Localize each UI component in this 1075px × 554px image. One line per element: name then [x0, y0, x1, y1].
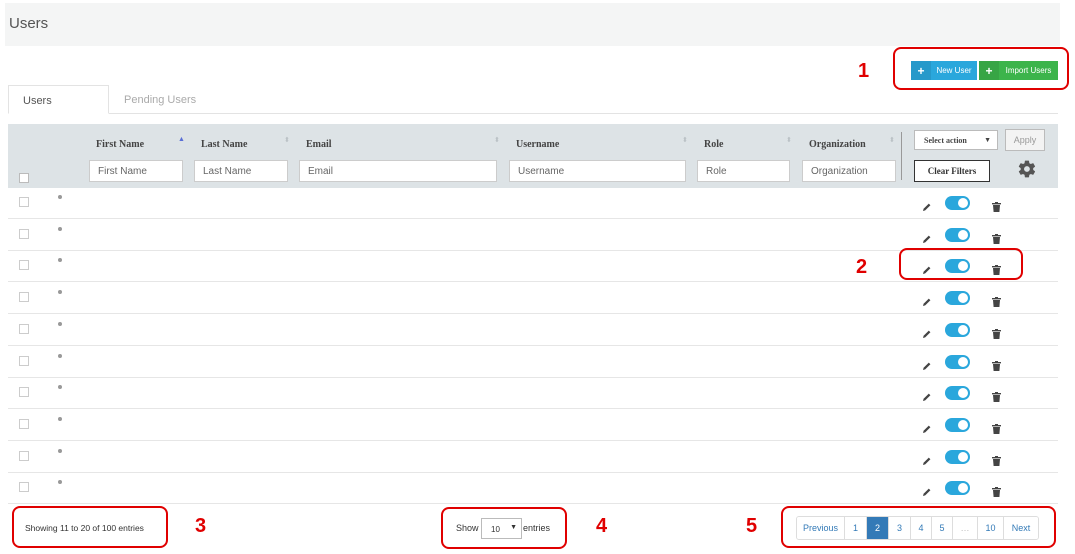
- trash-icon[interactable]: [992, 202, 1001, 212]
- trash-icon[interactable]: [992, 455, 1001, 466]
- trash-icon[interactable]: [992, 487, 1001, 498]
- trash-icon[interactable]: [992, 392, 1001, 403]
- sort-asc-icon[interactable]: ▲: [178, 136, 185, 143]
- page-header: Users: [5, 3, 1060, 46]
- bullet-icon: [58, 448, 62, 453]
- pencil-icon[interactable]: [922, 202, 932, 212]
- status-toggle[interactable]: [945, 227, 970, 242]
- bullet-icon: [58, 195, 62, 199]
- annotation-number-3: 3: [195, 515, 207, 537]
- bulk-action-select[interactable]: Select action ▼: [914, 130, 998, 150]
- bullet-icon: [58, 416, 62, 421]
- table-row: [8, 283, 1058, 315]
- tab-users[interactable]: Users: [8, 85, 109, 114]
- pencil-icon[interactable]: [922, 234, 932, 244]
- column-header-organization[interactable]: Organization: [809, 139, 866, 150]
- sort-icon[interactable]: ⬍: [786, 136, 792, 144]
- gear-icon[interactable]: [1017, 159, 1037, 179]
- annotation-number-5: 5: [746, 515, 758, 537]
- trash-icon[interactable]: [992, 360, 1001, 371]
- trash-icon[interactable]: [992, 423, 1001, 434]
- bullet-icon: [58, 258, 62, 263]
- column-header-role[interactable]: Role: [704, 139, 723, 150]
- status-toggle[interactable]: [945, 196, 970, 210]
- pencil-icon[interactable]: [922, 456, 932, 466]
- select-all-checkbox[interactable]: [19, 173, 29, 183]
- status-toggle[interactable]: [945, 386, 970, 401]
- table-row: [8, 346, 1058, 378]
- sort-icon[interactable]: ⬍: [494, 136, 500, 144]
- trash-icon[interactable]: [992, 233, 1001, 244]
- pencil-icon[interactable]: [922, 392, 932, 402]
- status-toggle[interactable]: [945, 417, 970, 432]
- row-checkbox[interactable]: [19, 482, 29, 493]
- row-checkbox[interactable]: [19, 355, 29, 366]
- tabs-divider: [8, 113, 1058, 114]
- table-row: [8, 314, 1058, 346]
- row-checkbox[interactable]: [19, 323, 29, 334]
- sort-icon[interactable]: ⬍: [682, 136, 688, 144]
- sort-icon[interactable]: ⬍: [284, 136, 290, 144]
- bullet-icon: [58, 226, 62, 231]
- filter-username-input[interactable]: [509, 160, 686, 182]
- clear-filters-button[interactable]: Clear Filters: [914, 160, 990, 182]
- page-title: Users: [9, 15, 49, 32]
- row-checkbox[interactable]: [19, 418, 29, 429]
- filter-email-input[interactable]: [299, 160, 497, 182]
- annotation-box-1: [893, 47, 1069, 90]
- apply-button[interactable]: Apply: [1005, 129, 1045, 151]
- table-row: [8, 219, 1058, 251]
- table-row: [8, 378, 1058, 410]
- status-toggle[interactable]: [945, 322, 970, 337]
- status-toggle[interactable]: [945, 481, 970, 496]
- filter-organization-input[interactable]: [802, 160, 896, 182]
- bullet-icon: [58, 385, 62, 390]
- status-toggle[interactable]: [945, 449, 970, 464]
- pencil-icon[interactable]: [922, 329, 932, 339]
- users-page: Users + New User + Import Users Users Pe…: [0, 0, 1075, 554]
- trash-icon[interactable]: [992, 297, 1001, 308]
- column-header-username[interactable]: Username: [516, 139, 559, 150]
- column-header-last-name[interactable]: Last Name: [201, 139, 247, 150]
- column-header-first-name[interactable]: First Name: [96, 139, 144, 150]
- chevron-down-icon: ▼: [984, 136, 991, 144]
- annotation-number-4: 4: [596, 515, 608, 537]
- bullet-icon: [58, 290, 62, 295]
- bullet-icon: [58, 353, 62, 358]
- status-toggle[interactable]: [945, 291, 970, 306]
- status-toggle[interactable]: [945, 354, 970, 369]
- annotation-number-1: 1: [858, 60, 870, 82]
- bulk-action-label: Select action: [924, 136, 967, 145]
- row-checkbox[interactable]: [19, 292, 29, 303]
- table-row: [8, 473, 1058, 505]
- pencil-icon[interactable]: [922, 487, 932, 497]
- bullet-icon: [58, 480, 62, 485]
- row-checkbox[interactable]: [19, 260, 29, 271]
- filter-last-name-input[interactable]: [194, 160, 288, 182]
- filter-first-name-input[interactable]: [89, 160, 183, 182]
- annotation-box-4: [441, 507, 567, 549]
- sort-icon[interactable]: ⬍: [889, 136, 895, 144]
- column-header-email[interactable]: Email: [306, 139, 332, 150]
- bullet-icon: [58, 321, 62, 326]
- annotation-number-2: 2: [856, 256, 868, 278]
- trash-icon[interactable]: [992, 328, 1001, 339]
- row-checkbox[interactable]: [19, 228, 29, 239]
- row-checkbox[interactable]: [19, 197, 29, 207]
- annotation-box-3: [12, 506, 168, 548]
- pencil-icon[interactable]: [922, 297, 932, 307]
- table-row: [8, 441, 1058, 473]
- table-row: [8, 409, 1058, 441]
- table-row: [8, 188, 1058, 219]
- table-header: First Name ▲ Last Name ⬍ Email ⬍ Usernam…: [8, 124, 1058, 188]
- column-divider: [901, 132, 902, 180]
- row-checkbox[interactable]: [19, 450, 29, 461]
- tab-pending-users[interactable]: Pending Users: [124, 94, 196, 106]
- pencil-icon[interactable]: [922, 361, 932, 371]
- pencil-icon[interactable]: [922, 424, 932, 434]
- row-checkbox[interactable]: [19, 387, 29, 398]
- annotation-box-2: [899, 248, 1023, 280]
- filter-role-input[interactable]: [697, 160, 790, 182]
- annotation-box-5: [781, 506, 1056, 548]
